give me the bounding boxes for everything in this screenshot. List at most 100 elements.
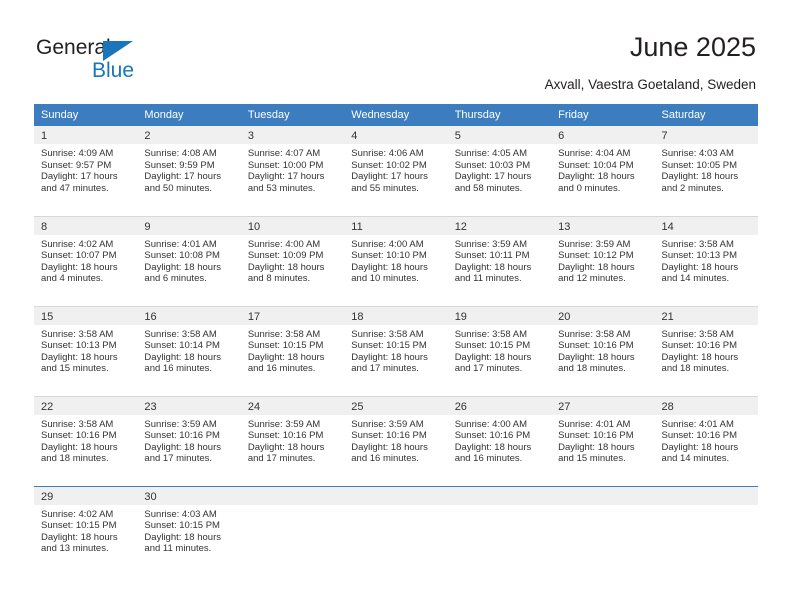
calendar-day-cell[interactable]: 21 Sunrise: 3:58 AM Sunset: 10:16 PM Daylig… <box>654 305 758 396</box>
daylight-text-line2: and 47 minutes. <box>41 182 109 194</box>
daylight-text-line2: and 17 minutes. <box>454 363 523 375</box>
calendar-day-cell[interactable]: 9 Sunrise: 4:01 AM Sunset: 10:08 PM Dayligh… <box>137 215 241 306</box>
calendar-day-cell[interactable]: 8 Sunrise: 4:02 AM Sunset: 10:07 PM Dayligh… <box>34 215 138 306</box>
calendar-day-cell[interactable]: 6 Sunrise: 4:04 AM Sunset: 10:04 PM Dayligh… <box>551 126 655 216</box>
day-number: 7 <box>654 126 758 144</box>
daylight-text-line1: Daylight: 18 hours <box>661 171 739 183</box>
calendar-day-cell[interactable]: 7 Sunrise: 4:03 AM Sunset: 10:05 PM Dayligh… <box>654 126 758 216</box>
sunrise-text: Sunrise: 4:03 AM <box>144 508 217 520</box>
daylight-text-line1: Daylight: 17 hours <box>454 171 532 183</box>
sunrise-text: Sunrise: 4:00 AM <box>454 418 528 430</box>
daylight-text-line1: Daylight: 17 hours <box>144 171 221 183</box>
calendar-day-cell[interactable]: 25 Sunrise: 3:59 AM Sunset: 10:16 PM Daylig… <box>344 395 448 486</box>
day-sun-info: Sunrise: 3:58 AM Sunset: 10:15 PM Daylight… <box>344 325 447 375</box>
sunrise-text: Sunrise: 4:02 AM <box>41 238 114 250</box>
calendar-day-cell[interactable]: 12 Sunrise: 3:59 AM Sunset: 10:11 PM Daylig… <box>447 215 552 306</box>
daylight-text-line2: and 12 minutes. <box>558 273 626 285</box>
sunrise-text: Sunrise: 3:59 AM <box>144 418 217 430</box>
day-number: 10 <box>240 216 345 235</box>
day-sun-info: Sunrise: 3:58 AM Sunset: 10:13 PM Daylight… <box>34 325 137 375</box>
calendar-day-cell[interactable]: 3 Sunrise: 4:07 AM Sunset: 10:00 PM Dayligh… <box>240 126 345 216</box>
day-sun-info: Sunrise: 4:01 AM Sunset: 10:16 PM Daylight… <box>551 415 654 465</box>
calendar-week-row: 22 Sunrise: 3:58 AM Sunset: 10:16 PM Daylig… <box>34 395 758 486</box>
weekday-header-monday: Monday <box>137 104 241 126</box>
calendar-empty-cell <box>447 485 552 576</box>
logo[interactable]: General Blue <box>36 36 216 86</box>
sunrise-text: Sunrise: 4:01 AM <box>558 418 631 430</box>
calendar-day-cell[interactable]: 28 Sunrise: 4:01 AM Sunset: 10:16 PM Daylig… <box>654 395 758 486</box>
calendar-day-cell[interactable]: 18 Sunrise: 3:58 AM Sunset: 10:15 PM Daylig… <box>344 305 448 396</box>
day-number: 26 <box>447 396 552 415</box>
page-header: General Blue June 2025 Axvall, Vaestra G… <box>0 0 792 100</box>
daylight-text-line2: and 16 minutes. <box>454 453 523 465</box>
calendar-day-cell[interactable]: 20 Sunrise: 3:58 AM Sunset: 10:16 PM Daylig… <box>551 305 655 396</box>
calendar-day-cell[interactable]: 2 Sunrise: 4:08 AM Sunset: 9:59 PM Daylight… <box>137 126 241 216</box>
day-number: 4 <box>344 126 448 144</box>
sunset-text: Sunset: 10:16 PM <box>661 430 738 442</box>
day-sun-info: Sunrise: 4:06 AM Sunset: 10:02 PM Daylight… <box>344 144 447 194</box>
sunset-text: Sunset: 10:16 PM <box>454 430 531 442</box>
day-number: 22 <box>34 396 138 415</box>
daylight-text-line1: Daylight: 17 hours <box>247 171 325 183</box>
day-sun-info: Sunrise: 4:02 AM Sunset: 10:07 PM Daylight… <box>34 235 137 285</box>
logo-text-general: General <box>36 36 111 59</box>
sunrise-text: Sunrise: 3:58 AM <box>41 418 114 430</box>
calendar-day-cell[interactable]: 11 Sunrise: 4:00 AM Sunset: 10:10 PM Daylig… <box>344 215 448 306</box>
calendar-day-cell[interactable]: 16 Sunrise: 3:58 AM Sunset: 10:14 PM Daylig… <box>137 305 241 396</box>
weekday-header-friday: Friday <box>551 104 655 126</box>
daylight-text-line2: and 18 minutes. <box>558 363 626 375</box>
daylight-text-line2: and 58 minutes. <box>454 182 523 194</box>
calendar-day-cell[interactable]: 14 Sunrise: 3:58 AM Sunset: 10:13 PM Daylig… <box>654 215 758 306</box>
sunset-text: Sunset: 10:15 PM <box>41 520 117 532</box>
day-sun-info: Sunrise: 4:03 AM Sunset: 10:05 PM Daylight… <box>655 144 758 194</box>
daylight-text-line2: and 15 minutes. <box>41 363 109 375</box>
daylight-text-line1: Daylight: 17 hours <box>41 171 118 183</box>
daylight-text-line2: and 18 minutes. <box>41 453 109 465</box>
daylight-text-line1: Daylight: 18 hours <box>558 171 635 183</box>
calendar-day-cell[interactable]: 15 Sunrise: 3:58 AM Sunset: 10:13 PM Daylig… <box>34 305 138 396</box>
daylight-text-line1: Daylight: 18 hours <box>247 261 325 273</box>
daylight-text-line2: and 17 minutes. <box>144 453 213 465</box>
calendar-day-cell[interactable]: 10 Sunrise: 4:00 AM Sunset: 10:09 PM Daylig… <box>240 215 345 306</box>
sunset-text: Sunset: 10:03 PM <box>454 159 531 171</box>
daylight-text-line1: Daylight: 18 hours <box>661 351 739 363</box>
day-sun-info: Sunrise: 3:58 AM Sunset: 10:16 PM Daylight… <box>551 325 654 375</box>
page-title: June 2025 <box>629 32 756 62</box>
calendar-day-cell[interactable]: 1 Sunrise: 4:09 AM Sunset: 9:57 PM Daylight… <box>34 126 138 216</box>
daylight-text-line2: and 16 minutes. <box>247 363 316 375</box>
calendar-day-cell[interactable]: 29 Sunrise: 4:02 AM Sunset: 10:15 PM Daylig… <box>34 485 138 576</box>
daylight-text-line1: Daylight: 18 hours <box>454 351 532 363</box>
blue-triangle-icon <box>103 41 133 61</box>
calendar-day-cell[interactable]: 24 Sunrise: 3:59 AM Sunset: 10:16 PM Daylig… <box>240 395 345 486</box>
calendar-table: Sunday Monday Tuesday Wednesday Thursday… <box>34 104 758 576</box>
calendar-week-row: 29 Sunrise: 4:02 AM Sunset: 10:15 PM Daylig… <box>34 485 758 576</box>
calendar-day-cell[interactable]: 13 Sunrise: 3:59 AM Sunset: 10:12 PM Daylig… <box>551 215 655 306</box>
calendar-day-cell[interactable]: 27 Sunrise: 4:01 AM Sunset: 10:16 PM Daylig… <box>551 395 655 486</box>
calendar-day-cell[interactable]: 17 Sunrise: 3:58 AM Sunset: 10:15 PM Daylig… <box>240 305 345 396</box>
calendar-day-cell[interactable]: 19 Sunrise: 3:58 AM Sunset: 10:15 PM Daylig… <box>447 305 552 396</box>
calendar-day-cell[interactable]: 5 Sunrise: 4:05 AM Sunset: 10:03 PM Dayligh… <box>447 126 552 216</box>
calendar-day-cell[interactable]: 23 Sunrise: 3:59 AM Sunset: 10:16 PM Daylig… <box>137 395 241 486</box>
calendar-day-cell[interactable]: 4 Sunrise: 4:06 AM Sunset: 10:02 PM Dayligh… <box>344 126 448 216</box>
day-sun-info: Sunrise: 3:59 AM Sunset: 10:11 PM Daylight… <box>448 235 551 285</box>
sunrise-text: Sunrise: 3:58 AM <box>247 328 321 340</box>
daylight-text-line2: and 55 minutes. <box>351 182 419 194</box>
daylight-text-line1: Daylight: 18 hours <box>661 441 739 453</box>
daylight-text-line1: Daylight: 18 hours <box>41 351 118 363</box>
day-number: 17 <box>240 306 345 325</box>
day-number: 2 <box>137 126 241 144</box>
calendar-day-cell[interactable]: 26 Sunrise: 4:00 AM Sunset: 10:16 PM Daylig… <box>447 395 552 486</box>
calendar-day-cell[interactable]: 30 Sunrise: 4:03 AM Sunset: 10:15 PM Daylig… <box>137 485 241 576</box>
day-number: 16 <box>137 306 241 325</box>
sunrise-text: Sunrise: 4:02 AM <box>41 508 114 520</box>
day-number: 14 <box>654 216 758 235</box>
daylight-text-line2: and 11 minutes. <box>454 273 522 285</box>
sunrise-text: Sunrise: 3:59 AM <box>558 238 631 250</box>
sunset-text: Sunset: 10:15 PM <box>454 340 531 352</box>
daylight-text-line1: Daylight: 18 hours <box>144 351 221 363</box>
daylight-text-line1: Daylight: 18 hours <box>144 261 221 273</box>
sunset-text: Sunset: 10:11 PM <box>454 250 530 262</box>
weekday-header-tuesday: Tuesday <box>240 104 345 126</box>
calendar-day-cell[interactable]: 22 Sunrise: 3:58 AM Sunset: 10:16 PM Daylig… <box>34 395 138 486</box>
sunrise-text: Sunrise: 4:00 AM <box>247 238 321 250</box>
